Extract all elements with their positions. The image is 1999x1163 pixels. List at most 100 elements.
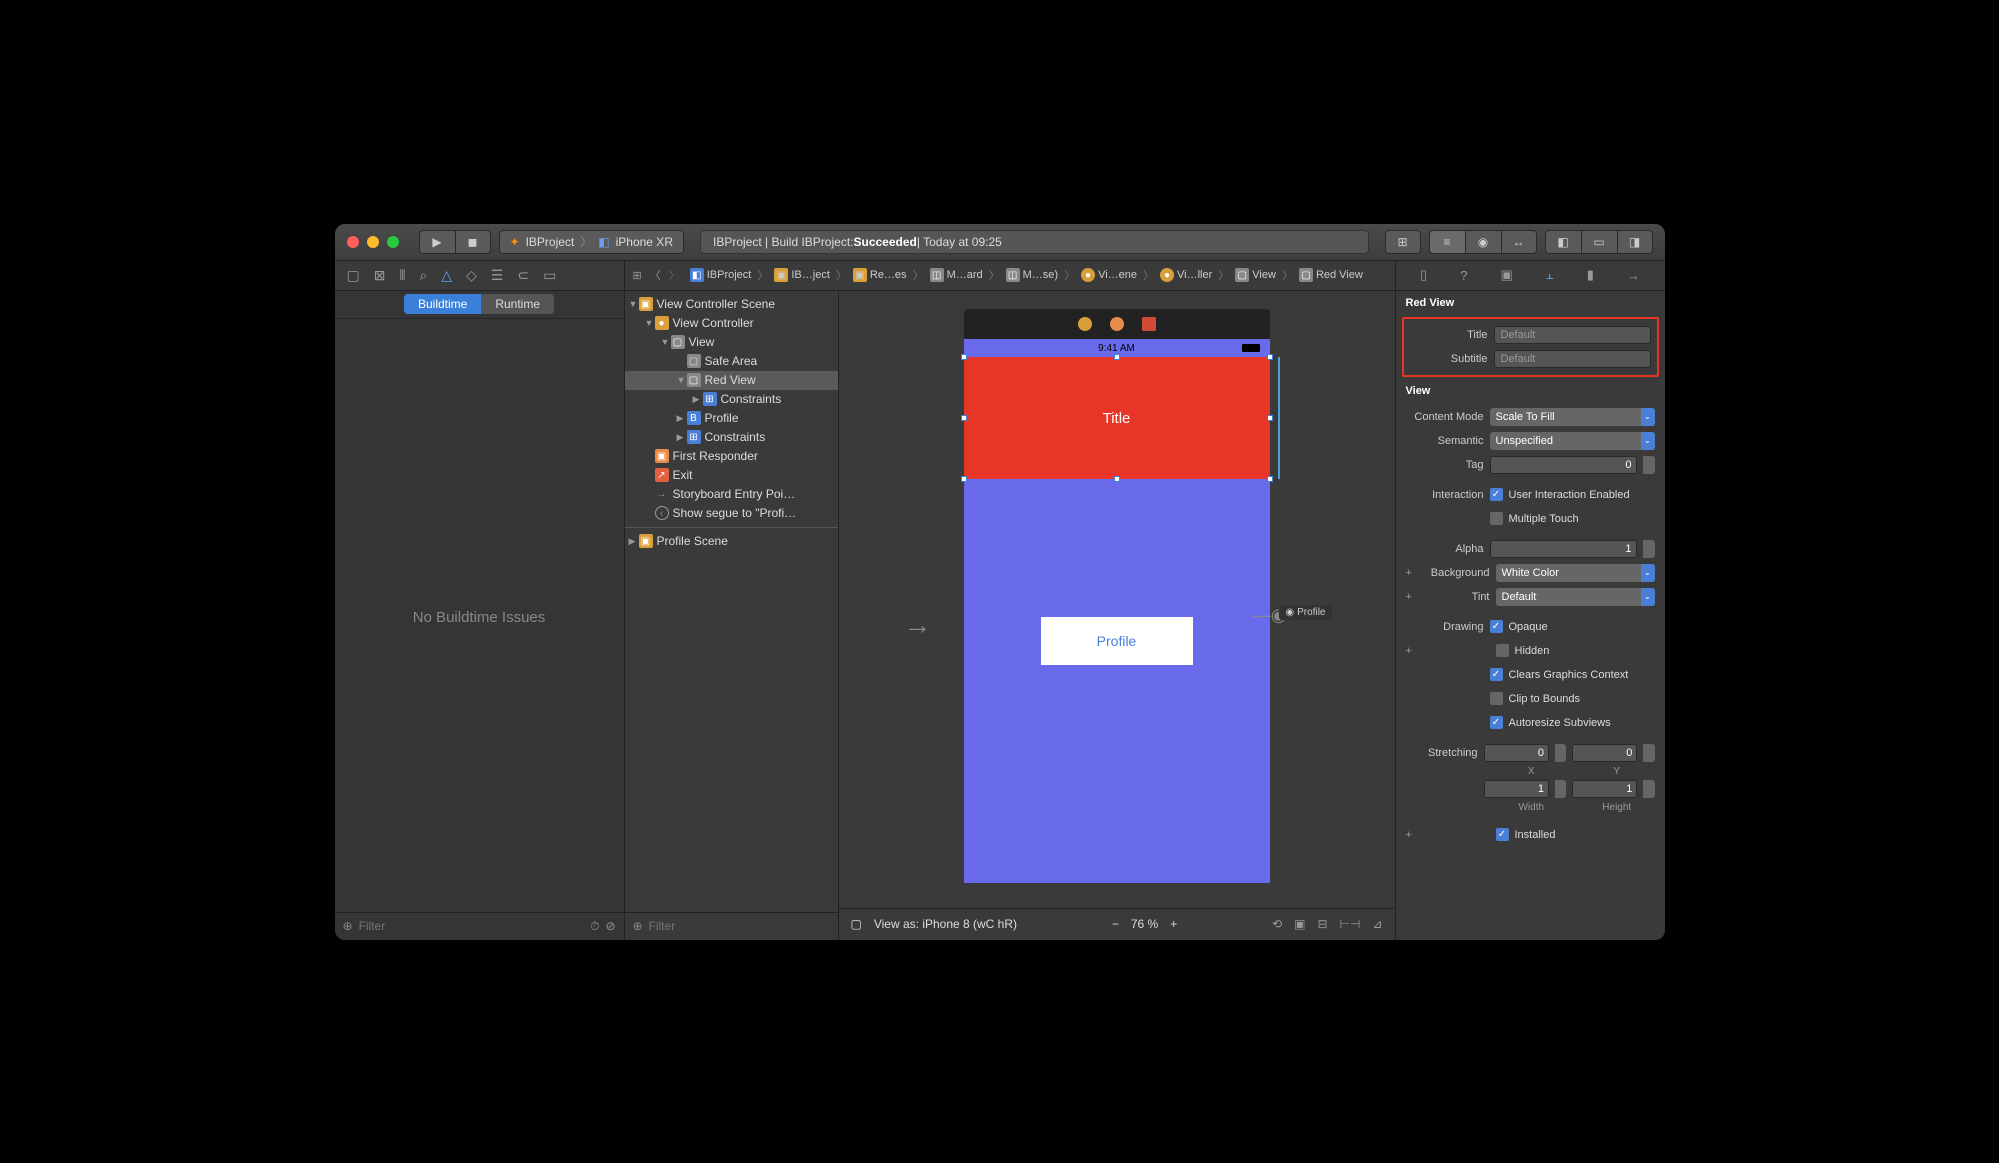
alpha-stepper[interactable]	[1643, 540, 1655, 558]
jump-bar[interactable]: ⊞ 〈 〉 ◧IBProject〉 ▣IB…ject〉 ▣Re…es〉 ◫M…a…	[625, 261, 1395, 290]
phone-screen[interactable]: 9:41 AM Title	[964, 339, 1270, 883]
scene-dock[interactable]	[964, 309, 1270, 339]
subtitle-field[interactable]: Default	[1494, 350, 1651, 368]
stretch-y-field[interactable]: 0	[1572, 744, 1637, 762]
related-items-icon[interactable]: ⊞	[633, 269, 642, 282]
content-mode-select[interactable]: Scale To Fill⌄	[1490, 408, 1655, 426]
multiple-touch-check[interactable]: Multiple Touch	[1490, 509, 1579, 529]
toggle-inspector[interactable]: ◨	[1617, 230, 1653, 254]
segue-destination[interactable]: ◉ Profile	[1279, 605, 1331, 620]
tree-row[interactable]: ‹Show segue to "Profi…	[625, 504, 838, 523]
symbol-nav-icon[interactable]: ⫴	[399, 267, 405, 284]
editor-version[interactable]: ↔	[1501, 230, 1537, 254]
battery-icon	[1242, 344, 1260, 352]
add-background-icon[interactable]: +	[1406, 567, 1416, 579]
vc-dock-icon[interactable]	[1078, 317, 1092, 331]
safe-area-icon: ▢	[687, 354, 701, 368]
pin-icon[interactable]: ⊢⊣	[1340, 917, 1361, 931]
find-nav-icon[interactable]: ⌕	[419, 267, 427, 284]
embed-icon[interactable]: ▣	[1294, 917, 1305, 931]
exit-dock-icon[interactable]	[1142, 317, 1156, 331]
resolve-icon[interactable]: ⊿	[1372, 917, 1382, 931]
ib-canvas[interactable]: 9:41 AM Title	[839, 291, 1395, 908]
clears-context-check[interactable]: ✓Clears Graphics Context	[1490, 665, 1629, 685]
source-nav-icon[interactable]: ⊠	[374, 267, 386, 284]
storyboard-icon: ◫	[1006, 268, 1020, 282]
breakpoint-nav-icon[interactable]: ⊂	[517, 267, 529, 284]
report-nav-icon[interactable]: ▭	[543, 267, 556, 284]
outline-toggle-icon[interactable]: ▢	[851, 917, 862, 931]
project-nav-icon[interactable]: ▢	[347, 267, 360, 284]
issue-scope-segment[interactable]: Buildtime Runtime	[404, 294, 554, 314]
red-view-selected[interactable]: Title	[964, 357, 1270, 479]
profile-button[interactable]: Profile	[1041, 617, 1193, 665]
attributes-inspector-icon[interactable]: ⫠	[1546, 267, 1554, 283]
toggle-navigator[interactable]: ◧	[1545, 230, 1581, 254]
installed-check[interactable]: ✓Installed	[1496, 825, 1556, 845]
debug-nav-icon[interactable]: ☰	[491, 267, 504, 284]
add-installed-icon[interactable]: +	[1406, 829, 1416, 841]
buildtime-tab[interactable]: Buildtime	[404, 294, 481, 314]
tree-row[interactable]: ↗Exit	[625, 466, 838, 485]
stop-button[interactable]: ◼	[455, 230, 491, 254]
test-nav-icon[interactable]: ◇	[466, 267, 477, 284]
outline-filter-input[interactable]	[649, 919, 830, 933]
add-tint-icon[interactable]: +	[1406, 591, 1416, 603]
size-inspector-icon[interactable]: ▮	[1587, 267, 1594, 283]
hidden-check[interactable]: Hidden	[1496, 641, 1550, 661]
zoom-out-icon[interactable]: −	[1112, 917, 1119, 931]
update-frames-icon[interactable]: ⟲	[1272, 917, 1282, 931]
tree-row[interactable]: →Storyboard Entry Poi…	[625, 485, 838, 504]
scheme-selector[interactable]: ✦ IBProject 〉 ◧ iPhone XR	[499, 230, 684, 254]
tree-row[interactable]: ▶▣Profile Scene	[625, 532, 838, 551]
stretch-x-field[interactable]: 0	[1484, 744, 1549, 762]
help-inspector-icon[interactable]: ?	[1460, 268, 1467, 283]
title-field[interactable]: Default	[1494, 326, 1651, 344]
user-interaction-check[interactable]: ✓User Interaction Enabled	[1490, 485, 1630, 505]
add-hidden-icon[interactable]: +	[1406, 645, 1416, 657]
zoom-in-icon[interactable]: +	[1170, 917, 1177, 931]
zoom-level[interactable]: 76 %	[1131, 917, 1158, 931]
identity-inspector-icon[interactable]: ▣	[1500, 267, 1512, 283]
tree-row[interactable]: ▣First Responder	[625, 447, 838, 466]
toggle-debug[interactable]: ▭	[1581, 230, 1617, 254]
alpha-field[interactable]: 1	[1490, 540, 1637, 558]
forward-icon[interactable]: 〉	[669, 267, 680, 283]
background-select[interactable]: White Color⌄	[1496, 564, 1655, 582]
tree-row[interactable]: ▼●View Controller	[625, 314, 838, 333]
stretch-h-field[interactable]: 1	[1572, 780, 1637, 798]
close-button[interactable]	[347, 236, 359, 248]
maximize-button[interactable]	[387, 236, 399, 248]
error-filter-icon[interactable]: ⊘	[605, 919, 615, 933]
editor-assistant[interactable]: ◉	[1465, 230, 1501, 254]
minimize-button[interactable]	[367, 236, 379, 248]
stretch-w-field[interactable]: 1	[1484, 780, 1549, 798]
connections-inspector-icon[interactable]: →	[1627, 268, 1640, 283]
back-icon[interactable]: 〈	[650, 267, 661, 283]
view-as-label[interactable]: View as: iPhone 8 (wC hR)	[874, 917, 1017, 931]
clock-icon[interactable]: ⏱	[590, 919, 599, 934]
file-inspector-icon[interactable]: ▯	[1420, 267, 1427, 283]
run-button[interactable]: ▶	[419, 230, 455, 254]
tint-select[interactable]: Default⌄	[1496, 588, 1655, 606]
semantic-select[interactable]: Unspecified⌄	[1490, 432, 1655, 450]
tree-row[interactable]: ▢Safe Area	[625, 352, 838, 371]
tag-field[interactable]: 0	[1490, 456, 1637, 474]
tree-row[interactable]: ▶BProfile	[625, 409, 838, 428]
issue-nav-icon[interactable]: △	[441, 267, 452, 284]
tree-row-selected[interactable]: ▼▢Red View	[625, 371, 838, 390]
clip-bounds-check[interactable]: Clip to Bounds	[1490, 689, 1581, 709]
autoresize-check[interactable]: ✓Autoresize Subviews	[1490, 713, 1611, 733]
responder-dock-icon[interactable]	[1110, 317, 1124, 331]
filter-input[interactable]	[359, 919, 585, 933]
runtime-tab[interactable]: Runtime	[481, 294, 554, 314]
opaque-check[interactable]: ✓Opaque	[1490, 617, 1548, 637]
align-icon[interactable]: ⊟	[1317, 917, 1327, 931]
tree-row[interactable]: ▼▢View	[625, 333, 838, 352]
tree-row[interactable]: ▶⊞Constraints	[625, 390, 838, 409]
tree-row[interactable]: ▶⊞Constraints	[625, 428, 838, 447]
library-button[interactable]: ⊞	[1385, 230, 1421, 254]
editor-standard[interactable]: ≡	[1429, 230, 1465, 254]
tree-row[interactable]: ▼▣View Controller Scene	[625, 295, 838, 314]
tag-stepper[interactable]	[1643, 456, 1655, 474]
